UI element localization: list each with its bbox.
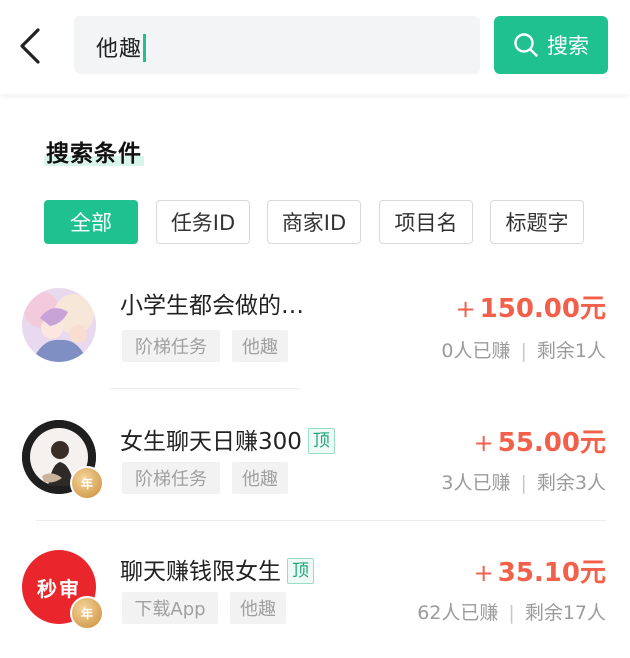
search-input[interactable]: 他趣 [74,16,480,74]
task-stats: 0人已赚 | 剩余1人 [441,336,606,363]
search-header: 他趣 搜索 [0,0,630,94]
pinned-badge: 顶 [307,428,335,454]
price-prefix: + [455,295,476,323]
filter-chip-all[interactable]: 全部 [44,200,138,244]
stats-separator: | [520,472,527,494]
search-button-label: 搜索 [547,34,589,58]
earned-count: 62人已赚 [417,602,499,624]
remaining-count: 剩余3人 [536,472,606,494]
back-button[interactable] [16,26,48,66]
price-value: 150.00元 [479,294,606,324]
remaining-count: 剩余17人 [524,602,606,624]
item-divider [110,388,300,389]
filter-chip-project-name[interactable]: 项目名 [379,200,473,244]
remaining-count: 剩余1人 [536,340,606,362]
task-stats: 3人已赚 | 剩余3人 [441,468,606,495]
task-reward: +35.10元 [474,552,606,589]
task-reward: +150.00元 [456,288,606,325]
search-button[interactable]: 搜索 [494,16,608,74]
text-caret [143,34,147,62]
search-icon [514,33,538,57]
filter-chip-merchant-id[interactable]: 商家ID [267,200,361,244]
task-title-text: 聊天赚钱限女生 [120,559,281,585]
search-query-text: 他趣 [96,31,147,63]
item-divider [36,520,606,521]
filter-bar: 全部 任务ID 商家ID 项目名 标题字 [0,200,630,246]
task-list-item[interactable]: 秒审 年 聊天赚钱限女生顶 下载App 他趣 +35.10元 62人已赚 | 剩余1… [0,528,630,658]
task-tag: 阶梯任务 [122,330,220,362]
filter-chip-task-id[interactable]: 任务ID [156,200,250,244]
avatar [22,288,96,362]
price-prefix: + [473,559,494,587]
task-title: 聊天赚钱限女生顶 [120,552,314,586]
task-list-item[interactable]: 年 女生聊天日赚300 顶 阶梯任务 他趣 +55.00元 3人已赚 | 剩余3人 [0,398,630,528]
price-value: 55.00元 [497,428,606,458]
task-tag: 阶梯任务 [122,462,220,494]
task-title: 女生聊天日赚300 顶 [120,422,335,456]
anime-avatar-image [22,288,96,362]
price-prefix: + [473,429,494,457]
annual-medal-icon: 年 [70,466,104,500]
task-reward: +55.00元 [474,422,606,459]
stats-separator: | [520,340,527,362]
pinned-badge: 顶 [287,558,314,584]
task-tag: 下载App [122,592,218,624]
task-title-text: 女生聊天日赚300 [120,429,302,455]
task-list-item[interactable]: 小学生都会做的… 阶梯任务 他趣 +150.00元 0人已赚 | 剩余1人 [0,268,630,398]
task-stats: 62人已赚 | 剩余17人 [417,598,606,625]
chevron-left-icon [20,28,40,64]
annual-medal-icon: 年 [70,596,104,630]
section-title: 搜索条件 [46,141,142,167]
earned-count: 3人已赚 [441,472,511,494]
task-tag: 他趣 [232,330,288,362]
task-tag: 他趣 [232,462,288,494]
task-title: 小学生都会做的… [120,293,304,319]
price-value: 35.10元 [497,558,606,588]
stats-separator: | [508,602,515,624]
task-tag: 他趣 [230,592,286,624]
earned-count: 0人已赚 [441,340,511,362]
filter-chip-title-word[interactable]: 标题字 [490,200,584,244]
